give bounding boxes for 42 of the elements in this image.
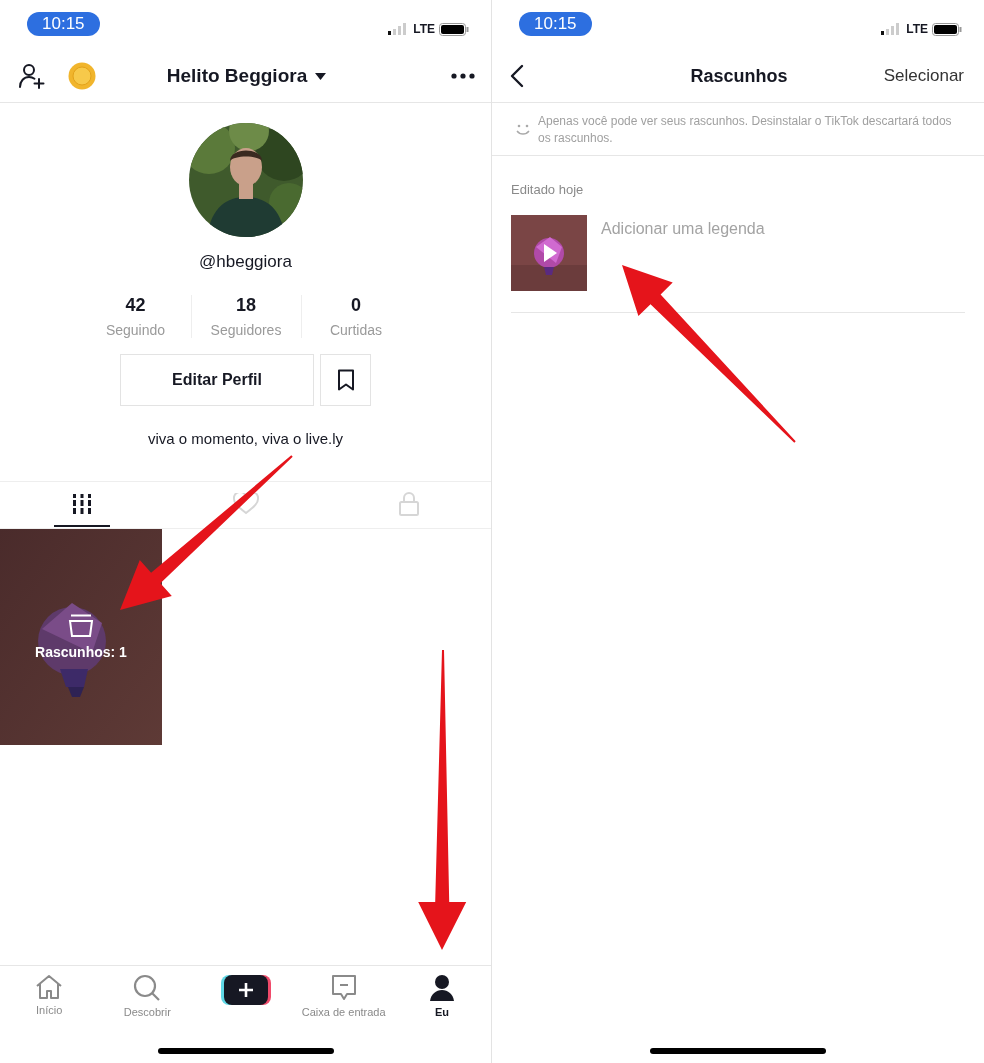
battery-icon [439,22,469,36]
drafts-icon [68,614,94,638]
create-icon [220,974,271,1006]
home-icon [35,974,64,1000]
status-time: 10:15 [27,12,100,36]
stat-value: 42 [125,295,146,316]
stat-value: 18 [236,295,256,316]
caret-icon[interactable] [315,72,327,80]
search-icon [133,974,162,1002]
edit-profile-button[interactable]: Editar Perfil [120,354,314,406]
stat-label: Seguidores [210,322,282,338]
heart-icon [232,493,259,515]
add-user-icon[interactable] [18,63,46,89]
more-icon[interactable] [451,73,475,79]
profile-icon [428,974,455,1002]
username: @hbeggiora [199,251,292,273]
notice-text: Apenas você pode ver seus rascunhos. Desinstalar o TikTok descartará todos os rascunhos. [538,113,953,147]
smile-icon [516,124,530,136]
select-button[interactable]: Selecionar [883,66,964,86]
nav-item[interactable]: Descobrir [98,974,197,1018]
lock-icon [399,492,420,516]
drafts-count: Rascunhos: 1 [35,644,127,660]
inbox-icon [330,974,357,1002]
profile-name[interactable]: Helito Beggiora [166,65,308,87]
bookmark-icon [336,369,355,391]
stat-value: 0 [351,295,361,316]
section-title: Editado hoje [510,181,585,197]
status-time: 10:15 [519,12,592,36]
bookmark-button[interactable] [320,354,371,406]
battery-icon [932,22,962,36]
network-label: LTE [906,22,928,36]
nav-item[interactable]: Início [0,974,99,1016]
network-label: LTE [413,22,435,36]
draft-tile[interactable]: Rascunhos: 1 [0,529,162,745]
nav-item[interactable]: Caixa de entrada [294,974,393,1018]
nav-item[interactable]: Eu [392,974,491,1018]
stat-label: Seguindo [105,322,166,338]
stat-label: Curtidas [329,322,383,338]
bio-text: viva o momento, viva o live.ly [147,430,344,447]
screen-title: Rascunhos [690,65,788,87]
back-icon[interactable] [510,64,524,88]
grid-icon [71,494,92,514]
